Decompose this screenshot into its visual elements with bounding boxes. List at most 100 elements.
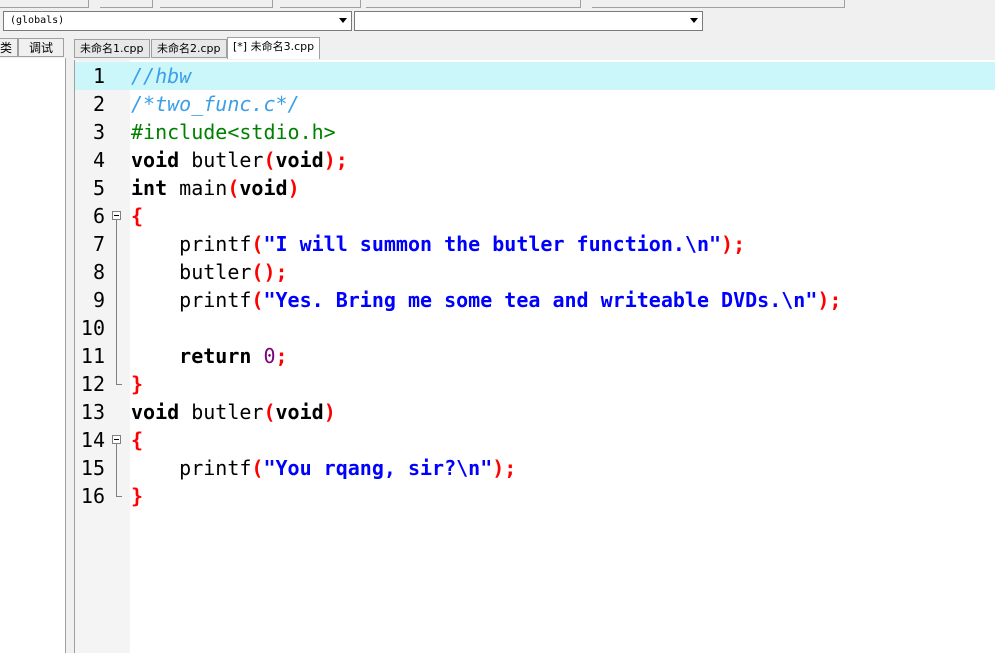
tab-file-3[interactable]: [*] 未命名3.cpp [227, 37, 321, 59]
chevron-down-icon[interactable] [339, 18, 347, 23]
code-line[interactable]: 7 printf("I will summon the butler funct… [75, 230, 995, 258]
code-line[interactable]: 11 return 0; [75, 342, 995, 370]
line-number: 11 [80, 344, 105, 368]
panel-splitter[interactable] [66, 38, 72, 653]
code-text: printf("I will summon the butler functio… [131, 230, 745, 258]
line-number: 16 [80, 484, 105, 508]
code-line[interactable]: 6{ [75, 202, 995, 230]
code-text: printf("You rqang, sir?\n"); [131, 454, 516, 482]
code-line[interactable]: 10 [75, 314, 995, 342]
code-text: printf("Yes. Bring me some tea and write… [131, 286, 841, 314]
code-token: return [131, 344, 252, 368]
code-token: #include<stdio.h> [131, 120, 336, 144]
code-text: butler(); [131, 258, 288, 286]
chevron-down-icon[interactable] [690, 18, 698, 23]
line-number: 13 [80, 400, 105, 424]
code-text: } [131, 370, 143, 398]
line-number: 4 [92, 148, 105, 172]
toolbar-group[interactable] [366, 0, 581, 8]
code-token: ); [817, 288, 842, 312]
code-token: void [131, 400, 180, 424]
line-number: 15 [80, 456, 105, 480]
code-text: return 0; [131, 342, 288, 370]
code-token: void [275, 400, 324, 424]
code-token: ( [227, 176, 240, 200]
toolbar-group[interactable] [592, 0, 845, 8]
code-line[interactable]: 3 #include<stdio.h> [75, 118, 995, 146]
fold-collapse-icon[interactable] [112, 211, 121, 220]
code-token: void [239, 176, 288, 200]
code-token: "I will summon the butler function.\n" [263, 232, 722, 256]
tab-file-2-label: 未命名2.cpp [157, 42, 221, 55]
code-token: ; [275, 344, 288, 368]
code-token: /*two_func.c*/ [131, 92, 300, 116]
toolbar-group[interactable] [100, 0, 153, 8]
line-number: 7 [92, 232, 105, 256]
fold-guide-line [116, 220, 117, 384]
tab-file-2[interactable]: 未命名2.cpp [151, 39, 227, 58]
code-line[interactable]: 13 void butler(void) [75, 398, 995, 426]
toolbar-group[interactable] [280, 0, 361, 8]
code-text: int main(void) [131, 174, 300, 202]
code-line[interactable]: 9 printf("Yes. Bring me some tea and wri… [75, 286, 995, 314]
code-token: butler [131, 260, 252, 284]
toolbar [0, 0, 995, 8]
code-token: printf [131, 288, 252, 312]
code-line[interactable]: 1 //hbw [75, 62, 995, 90]
fold-guide-line [116, 444, 117, 496]
code-line[interactable]: 8 butler(); [75, 258, 995, 286]
line-number: 3 [92, 120, 105, 144]
code-text: //hbw [131, 62, 191, 90]
scope-combo[interactable]: (globals) [3, 11, 352, 31]
code-token: ( [263, 148, 276, 172]
code-line[interactable]: 2 /*two_func.c*/ [75, 90, 995, 118]
code-line[interactable]: 4 void butler(void); [75, 146, 995, 174]
code-text: #include<stdio.h> [131, 118, 336, 146]
code-token: ) [287, 176, 300, 200]
code-editor[interactable]: 1 //hbw 2 /*two_func.c*/ 3 #include<stdio.h> 4… [74, 60, 995, 653]
code-line[interactable]: 12} [75, 370, 995, 398]
code-line[interactable]: 5 int main(void) [75, 174, 995, 202]
line-number: 10 [80, 316, 105, 340]
code-line[interactable]: 15 printf("You rqang, sir?\n"); [75, 454, 995, 482]
code-token: ); [492, 456, 517, 480]
fold-end-marker [116, 384, 122, 385]
tab-classes[interactable]: 类 [0, 38, 18, 57]
tab-file-3-label: [*] 未命名3.cpp [233, 40, 315, 53]
toolbar-group[interactable] [0, 0, 89, 8]
fold-end-marker [116, 496, 122, 497]
code-token: "Yes. Bring me some tea and writeable DV… [263, 288, 818, 312]
member-combo[interactable] [354, 11, 703, 31]
code-token: ( [251, 456, 264, 480]
code-line[interactable]: 14 { [75, 426, 995, 454]
code-text: { [131, 426, 143, 454]
line-number: 2 [92, 92, 105, 116]
line-number: 8 [92, 260, 105, 284]
code-text: { [131, 202, 143, 230]
code-token: ( [263, 400, 276, 424]
code-token: printf [131, 456, 252, 480]
class-browser-panel[interactable] [0, 58, 66, 653]
code-token: printf [131, 232, 252, 256]
code-line[interactable]: 16} [75, 482, 995, 510]
line-number: 1 [92, 64, 105, 88]
code-token: ); [323, 148, 348, 172]
fold-collapse-icon[interactable] [112, 435, 121, 444]
code-text: } [131, 482, 143, 510]
code-token: "You rqang, sir?\n" [263, 456, 493, 480]
tab-debug[interactable]: 调试 [18, 38, 64, 57]
code-token: void [131, 148, 180, 172]
toolbar-group[interactable] [160, 0, 273, 8]
code-text: /*two_func.c*/ [131, 90, 300, 118]
code-token: ) [323, 400, 336, 424]
tab-debug-label: 调试 [28, 41, 53, 55]
line-number: 6 [92, 204, 105, 228]
code-token: (); [251, 260, 288, 284]
code-token: ( [251, 232, 264, 256]
code-token: { [131, 428, 144, 452]
code-text: void butler(void) [131, 398, 336, 426]
code-token: butler [179, 148, 264, 172]
scope-combo-value: (globals) [10, 15, 65, 26]
tab-file-1[interactable]: 未命名1.cpp [74, 39, 150, 58]
